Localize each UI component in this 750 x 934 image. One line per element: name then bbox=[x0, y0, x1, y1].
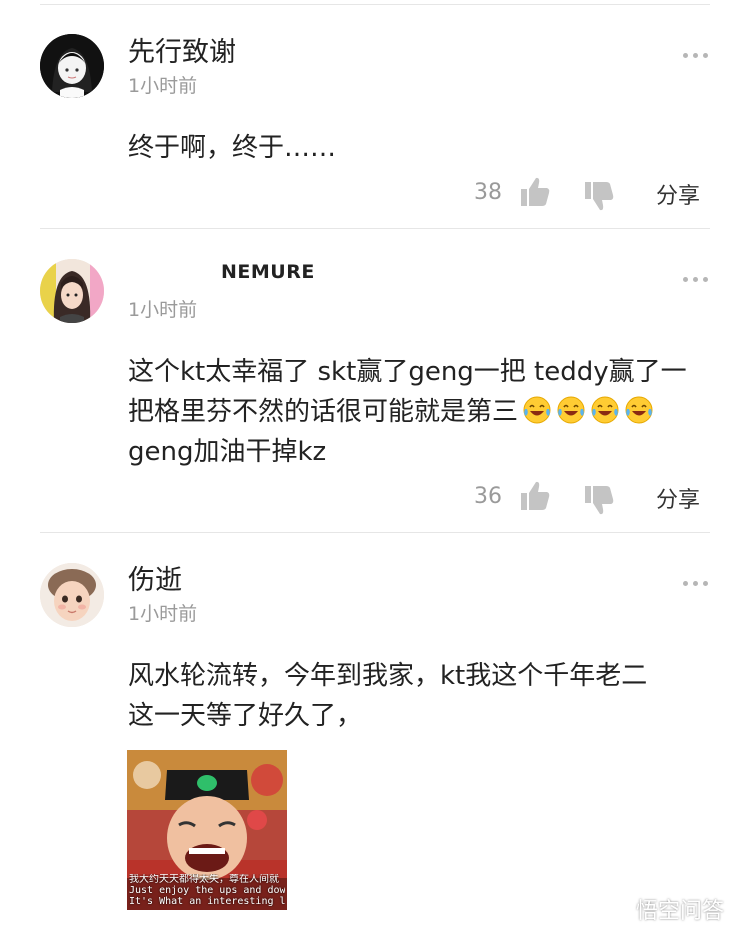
watermark-text: 悟空问答 bbox=[636, 899, 725, 924]
image-subtitle-cn: 我大约天天都得太失，尊在人间就 bbox=[129, 874, 279, 885]
divider bbox=[40, 532, 710, 533]
avatar[interactable] bbox=[40, 34, 104, 98]
username[interactable]: 先行致谢 bbox=[128, 30, 236, 69]
image-subtitle-en: Just enjoy the ups and downs bbox=[129, 885, 285, 896]
timestamp: 1小时前 bbox=[128, 603, 198, 625]
thumbs-up-icon[interactable] bbox=[520, 480, 550, 512]
username[interactable]: 伤逝 bbox=[128, 558, 182, 597]
comment-text-segment: 把格里芬不然的话很可能就是第三 bbox=[128, 397, 519, 427]
image-subtitle: 我大约天天都得太失，尊在人间就 Just enjoy the ups and d… bbox=[129, 874, 285, 907]
comment-text-line: 这一天等了好久了， bbox=[128, 701, 363, 731]
comment-text-line: 把格里芬不然的话很可能就是第三 bbox=[128, 392, 718, 432]
girl-photo-avatar-icon bbox=[40, 259, 104, 323]
comment-actions: 36 分享 bbox=[0, 476, 750, 516]
comment-actions: 38 分享 bbox=[0, 172, 750, 212]
like-count: 38 bbox=[474, 180, 502, 205]
comment-text: 风水轮流转，今年到我家，kt我这个千年老二 这一天等了好久了， bbox=[128, 656, 718, 736]
thumbs-up-icon[interactable] bbox=[520, 176, 550, 208]
share-button[interactable]: 分享 bbox=[656, 482, 700, 514]
comment-text: 终于啊，终于…… bbox=[128, 133, 337, 163]
like-count: 36 bbox=[474, 484, 502, 509]
thumbs-down-icon[interactable] bbox=[584, 484, 614, 516]
comment-text: 这个kt太幸福了 skt赢了geng一把 teddy赢了一 把格里芬不然的话很可… bbox=[128, 352, 718, 472]
comment-text-line: 这个kt太幸福了 skt赢了geng一把 teddy赢了一 bbox=[128, 357, 687, 387]
laughing-tears-emoji-icon bbox=[591, 396, 619, 424]
more-options-icon[interactable] bbox=[683, 277, 708, 282]
username[interactable]: NEMURE bbox=[221, 261, 315, 283]
cartoon-girl-avatar-icon bbox=[40, 34, 104, 98]
baby-photo-avatar-icon bbox=[40, 563, 104, 627]
share-button[interactable]: 分享 bbox=[656, 178, 700, 210]
avatar[interactable] bbox=[40, 259, 104, 323]
laughing-tears-emoji-icon bbox=[557, 396, 585, 424]
laughing-tears-emoji-icon bbox=[523, 396, 551, 424]
comment-text-line: 风水轮流转，今年到我家，kt我这个千年老二 bbox=[128, 661, 648, 691]
comment-text-line: geng加油干掉kz bbox=[128, 437, 327, 467]
laughing-tears-emoji-icon bbox=[625, 396, 653, 424]
avatar[interactable] bbox=[40, 563, 104, 627]
more-options-icon[interactable] bbox=[683, 581, 708, 586]
timestamp: 1小时前 bbox=[128, 75, 198, 97]
thumbs-down-icon[interactable] bbox=[584, 180, 614, 212]
divider bbox=[40, 228, 710, 229]
image-subtitle-en: It's What an interesting life bbox=[129, 896, 285, 907]
comment-image[interactable]: 我大约天天都得太失，尊在人间就 Just enjoy the ups and d… bbox=[127, 750, 287, 910]
timestamp: 1小时前 bbox=[128, 299, 198, 321]
watermark: 悟空问答 bbox=[600, 893, 724, 925]
more-options-icon[interactable] bbox=[683, 53, 708, 58]
divider bbox=[40, 4, 710, 5]
wukong-logo-icon bbox=[600, 898, 630, 920]
